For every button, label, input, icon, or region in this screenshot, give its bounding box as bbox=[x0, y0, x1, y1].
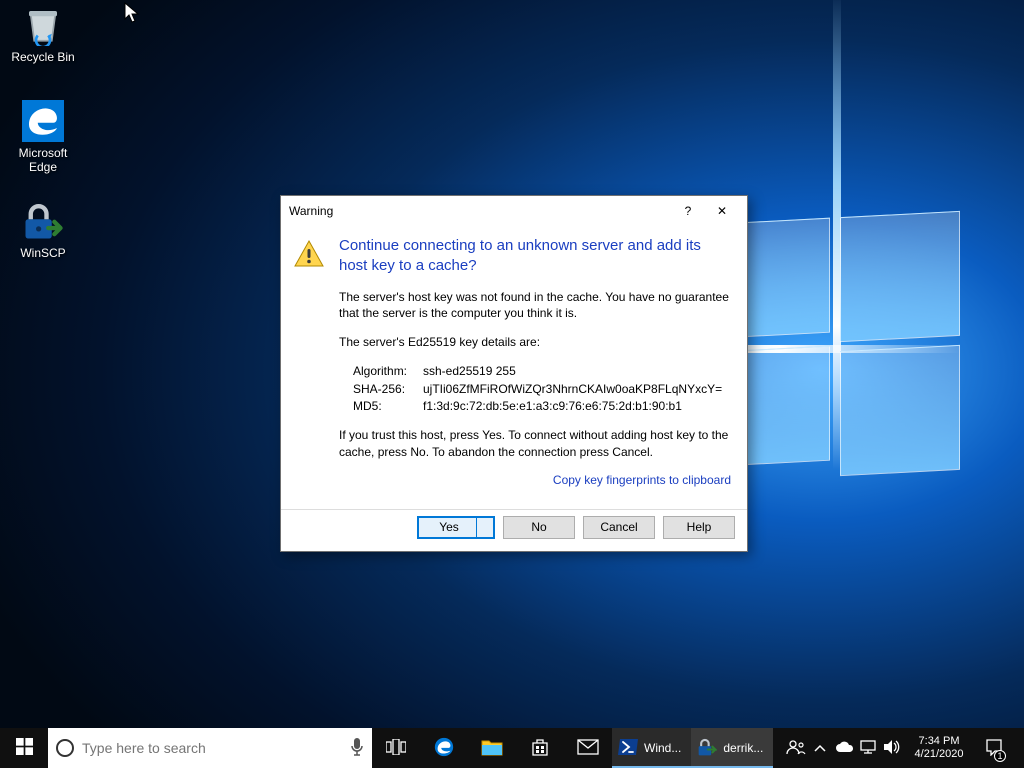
tray-clock[interactable]: 7:34 PM 4/21/2020 bbox=[904, 735, 974, 761]
speaker-icon bbox=[883, 739, 901, 758]
task-view-button[interactable] bbox=[372, 728, 420, 768]
taskbar-task-winscp[interactable]: derrik... bbox=[691, 728, 773, 768]
folder-icon bbox=[481, 738, 503, 759]
clock-date: 4/21/2020 bbox=[904, 748, 974, 761]
button-label: Cancel bbox=[600, 520, 637, 534]
yes-button[interactable]: Yes ▼ bbox=[417, 516, 495, 539]
edge-icon bbox=[22, 100, 64, 142]
tray-volume[interactable] bbox=[880, 728, 904, 768]
taskbar-task-powershell[interactable]: Wind... bbox=[612, 728, 691, 768]
button-label: No bbox=[531, 520, 546, 534]
dialog-paragraph: The server's Ed25519 key details are: bbox=[339, 334, 731, 351]
desktop-icon-microsoft-edge[interactable]: Microsoft Edge bbox=[6, 100, 80, 174]
microphone-icon[interactable] bbox=[350, 737, 364, 760]
dialog-button-row: Yes ▼ No Cancel Help bbox=[281, 509, 747, 551]
dialog-paragraph: The server's host key was not found in t… bbox=[339, 289, 731, 323]
notification-badge: 1 bbox=[994, 750, 1006, 762]
taskbar-search[interactable] bbox=[48, 728, 372, 768]
cloud-icon bbox=[834, 740, 854, 757]
mail-icon bbox=[577, 739, 599, 758]
cortana-icon bbox=[56, 739, 74, 757]
windows-logo-icon bbox=[16, 738, 33, 758]
dialog-help-button[interactable]: ? bbox=[671, 196, 705, 226]
dialog-titlebar[interactable]: Warning ? ✕ bbox=[281, 196, 747, 226]
taskbar-file-explorer[interactable] bbox=[468, 728, 516, 768]
algorithm-label: Algorithm: bbox=[353, 363, 423, 380]
clock-time: 7:34 PM bbox=[904, 735, 974, 748]
taskbar-edge[interactable] bbox=[420, 728, 468, 768]
notification-icon: 1 bbox=[985, 738, 1003, 759]
no-button[interactable]: No bbox=[503, 516, 575, 539]
dialog-close-button[interactable]: ✕ bbox=[705, 196, 739, 226]
tray-action-center[interactable]: 1 bbox=[974, 738, 1014, 759]
sha256-label: SHA-256: bbox=[353, 381, 423, 398]
warning-dialog: Warning ? ✕ Continue connecting to an un… bbox=[280, 195, 748, 552]
search-input[interactable] bbox=[82, 740, 342, 756]
dialog-headline: Continue connecting to an unknown server… bbox=[339, 236, 731, 277]
dialog-paragraph: If you trust this host, press Yes. To co… bbox=[339, 427, 731, 461]
winscp-icon bbox=[697, 737, 717, 760]
winscp-icon bbox=[22, 200, 64, 242]
help-icon: ? bbox=[685, 204, 692, 218]
recycle-bin-icon bbox=[22, 4, 64, 46]
warning-icon bbox=[293, 238, 325, 273]
taskbar-store[interactable] bbox=[516, 728, 564, 768]
start-button[interactable] bbox=[0, 728, 48, 768]
button-label: Yes bbox=[439, 520, 459, 534]
md5-label: MD5: bbox=[353, 398, 423, 415]
md5-value: f1:3d:9c:72:db:5e:e1:a3:c9:76:e6:75:2d:b… bbox=[423, 398, 731, 415]
tray-people[interactable] bbox=[784, 728, 808, 768]
key-details-grid: Algorithm: ssh-ed25519 255 SHA-256: ujTI… bbox=[353, 363, 731, 415]
cancel-button[interactable]: Cancel bbox=[583, 516, 655, 539]
task-view-icon bbox=[386, 739, 406, 758]
taskbar-mail[interactable] bbox=[564, 728, 612, 768]
dialog-title: Warning bbox=[289, 204, 671, 218]
store-icon bbox=[530, 737, 550, 760]
chevron-up-icon bbox=[814, 741, 826, 755]
taskbar: Wind... derrik... 7:34 PM 4/21/2020 1 bbox=[0, 728, 1024, 768]
desktop-icon-label: Recycle Bin bbox=[6, 50, 80, 64]
dropdown-icon: ▼ bbox=[481, 524, 490, 534]
desktop-icon-recycle-bin[interactable]: Recycle Bin bbox=[6, 4, 80, 64]
system-tray: 7:34 PM 4/21/2020 1 bbox=[784, 728, 1024, 768]
tray-show-hidden[interactable] bbox=[808, 728, 832, 768]
tray-network[interactable] bbox=[856, 728, 880, 768]
desktop-icon-label: Microsoft Edge bbox=[6, 146, 80, 174]
windows-logo-background bbox=[740, 220, 1000, 480]
close-icon: ✕ bbox=[717, 204, 727, 218]
powershell-icon bbox=[618, 739, 638, 758]
network-icon bbox=[859, 739, 877, 758]
copy-fingerprints-link[interactable]: Copy key fingerprints to clipboard bbox=[339, 473, 731, 487]
desktop-icon-winscp[interactable]: WinSCP bbox=[6, 200, 80, 260]
mouse-cursor-icon bbox=[124, 2, 142, 30]
task-label: derrik... bbox=[723, 741, 763, 755]
desktop-icon-label: WinSCP bbox=[6, 246, 80, 260]
task-label: Wind... bbox=[644, 741, 681, 755]
tray-onedrive[interactable] bbox=[832, 728, 856, 768]
people-icon bbox=[786, 739, 806, 758]
sha256-value: ujTIi06ZfMFiROfWiZQr3NhrnCKAIw0oaKP8FLqN… bbox=[423, 381, 731, 398]
edge-icon bbox=[433, 736, 455, 761]
help-button[interactable]: Help bbox=[663, 516, 735, 539]
algorithm-value: ssh-ed25519 255 bbox=[423, 363, 731, 380]
button-label: Help bbox=[687, 520, 712, 534]
